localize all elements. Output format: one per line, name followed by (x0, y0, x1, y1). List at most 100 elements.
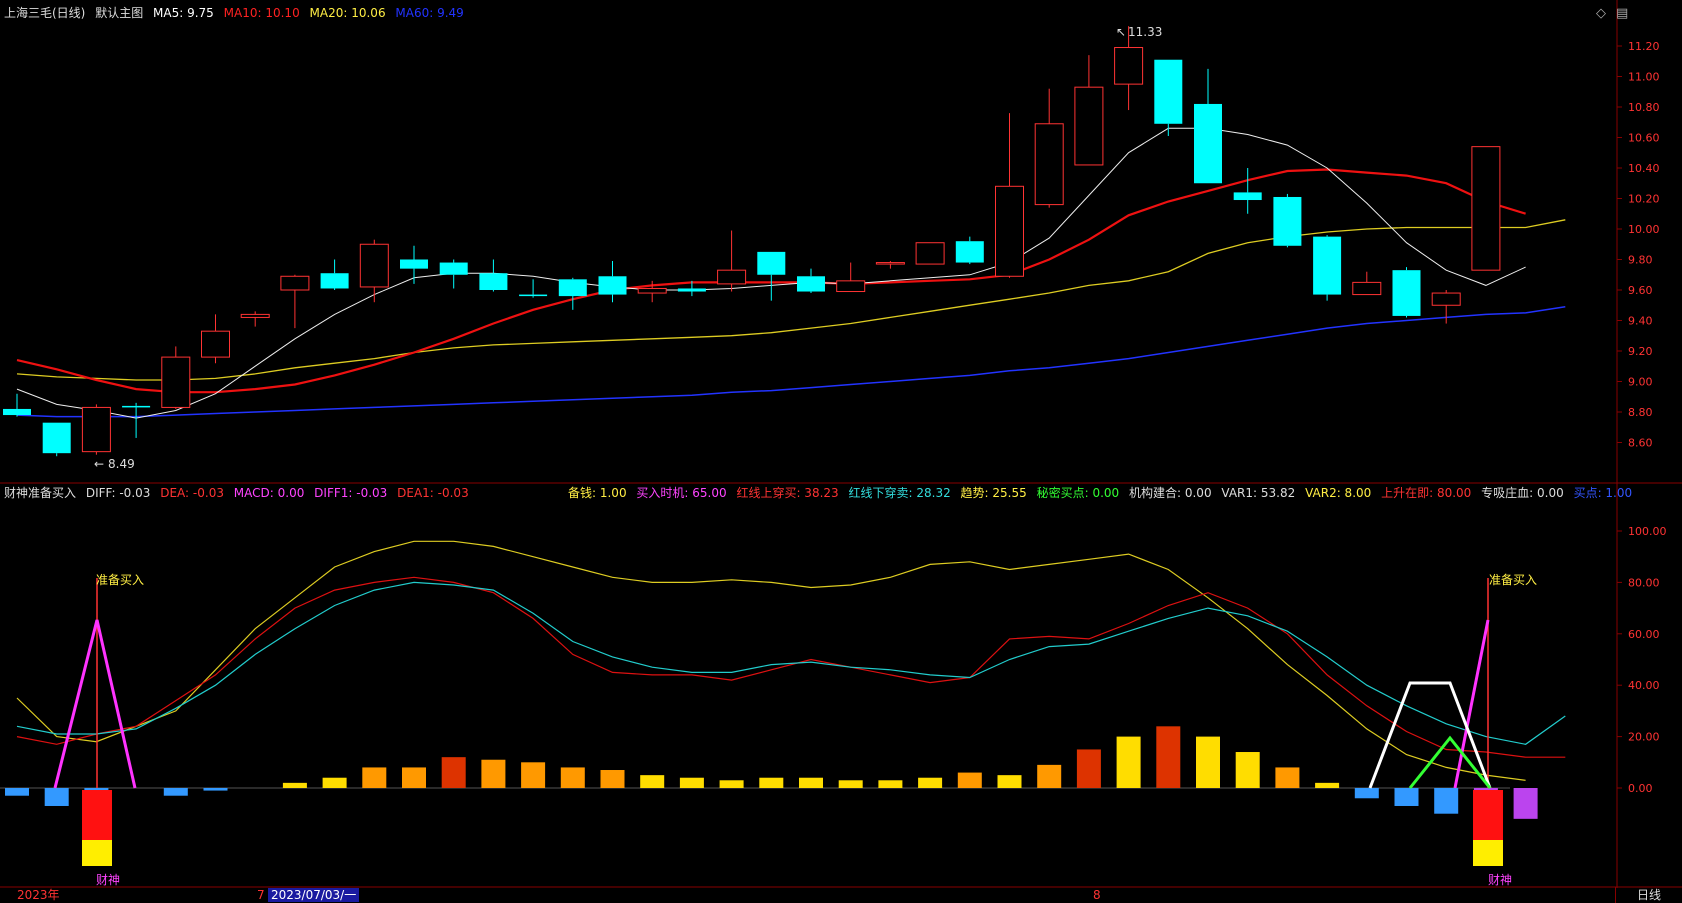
signal-buy-label-left: 准备买入 (96, 573, 144, 587)
trend-label: 趋势: 25.55 (960, 486, 1027, 500)
candle-body (359, 243, 389, 288)
candle-body (995, 185, 1024, 277)
sub-bar (759, 777, 784, 788)
candle-body (240, 313, 270, 318)
period-label[interactable]: 日线 (1615, 887, 1682, 903)
beiqian-label: 备钱: 1.00 (568, 486, 627, 500)
sub-cyan-line (16, 581, 1566, 745)
signal-left-magenta (53, 619, 137, 789)
diff1-label: DIFF1: -0.03 (314, 486, 388, 500)
candle-body (201, 330, 230, 358)
sub-bar (362, 767, 387, 788)
sub-bar (163, 788, 188, 796)
sub-bar (1315, 782, 1340, 788)
price-tick-label: 10.60 (1628, 132, 1660, 145)
price-tick-label: 8.60 (1628, 437, 1653, 450)
price-tick-label: 11.00 (1628, 71, 1660, 84)
sub-bar (560, 767, 585, 788)
sub-bar (1116, 736, 1141, 788)
macd-label: MACD: 0.00 (233, 486, 305, 500)
main-header: 上海三毛(日线) 默认主图 MA5: 9.75 MA10: 10.10 MA20… (4, 4, 470, 22)
sub-bars (5, 726, 1538, 819)
month-8-label: 8 (1093, 888, 1101, 902)
candle-body (955, 241, 984, 263)
candle-body (161, 356, 191, 408)
sub-bar (799, 777, 823, 788)
candle-body (598, 276, 627, 295)
sub-signals: 准备买入 准备买入 财神 财神 (53, 573, 1537, 887)
sub-bar (44, 788, 69, 806)
ma60-line (16, 306, 1566, 418)
candle-body (519, 294, 548, 297)
dea-label: DEA: -0.03 (160, 486, 224, 500)
sub-tick-label: 40.00 (1628, 679, 1660, 692)
price-tick-label: 10.00 (1628, 223, 1660, 236)
sub-bar (5, 788, 29, 796)
var1-label: VAR1: 53.82 (1221, 486, 1296, 500)
time-axis: 2023年 7 2023/07/03/一 8 (0, 888, 1682, 903)
sub-bar (838, 780, 863, 788)
sub-bar (1275, 767, 1300, 788)
price-tick-label: 10.20 (1628, 193, 1660, 206)
sub-bar (878, 780, 903, 788)
candle-body (1273, 196, 1302, 246)
stock-title[interactable]: 上海三毛(日线) (4, 6, 85, 20)
var2-label: VAR2: 8.00 (1305, 486, 1372, 500)
diamond-icon[interactable]: ◇ (1596, 6, 1606, 21)
candle-body (320, 273, 349, 289)
candle-body (875, 262, 905, 265)
candle-body (1352, 281, 1382, 296)
signal-god-label-right: 财神 (1488, 873, 1512, 887)
sub-bar (719, 780, 744, 788)
sub-tick-label: 0.00 (1628, 782, 1653, 795)
sub-header-right: 备钱: 1.00 买入时机: 65.00 红线上穿买: 38.23 红线下穿卖:… (568, 484, 1638, 502)
sub-bar (640, 775, 665, 788)
menu-icon[interactable]: ▤ (1616, 6, 1628, 21)
signal-god-label-left: 财神 (96, 873, 120, 887)
sub-bar (1076, 749, 1101, 788)
candle-body (1233, 192, 1262, 201)
candle-body (1392, 270, 1421, 316)
red-up-label: 红线上穿买: 38.23 (736, 486, 839, 500)
candle-body (677, 288, 706, 292)
sub-bar (918, 777, 943, 788)
sub-bar (481, 759, 506, 788)
sub-bar (203, 788, 228, 791)
sub-bar (1354, 788, 1379, 799)
ma60-label: MA60: 9.49 (395, 6, 464, 20)
sub-bar (1394, 788, 1419, 806)
ma10-label: MA10: 10.10 (223, 6, 300, 20)
sub-axis: 100.00 80.00 60.00 40.00 20.00 0.00 (1617, 525, 1667, 795)
candle-body (400, 259, 428, 269)
candle-body (439, 262, 468, 275)
chart-canvas[interactable]: 11.20 11.00 10.80 10.60 10.40 10.20 10.00 9.80 9… (0, 0, 1682, 903)
sub-tick-label: 20.00 (1628, 731, 1660, 744)
candle-body (637, 287, 667, 294)
candle-body (757, 251, 786, 275)
sub-bar (441, 757, 466, 788)
candle-body (915, 242, 945, 265)
ma20-label: MA20: 10.06 (309, 6, 386, 20)
candle-body (836, 280, 866, 293)
price-axis: 11.20 11.00 10.80 10.60 10.40 10.20 10.00 9.80 9… (1617, 40, 1660, 450)
sub-header: 财神准备买入 DIFF: -0.03 DEA: -0.03 MACD: 0.00… (4, 484, 475, 502)
main-chart-label[interactable]: 默认主图 (95, 6, 143, 20)
low-marker-arrow: ← (94, 457, 104, 471)
buy-point-label: 买点: 1.00 (1573, 486, 1633, 500)
candle-body (3, 408, 31, 416)
sub-bar (1037, 764, 1062, 788)
sub-bar (679, 777, 704, 788)
price-tick-label: 10.40 (1628, 162, 1660, 175)
candle-body (1154, 59, 1183, 124)
date-cursor[interactable]: 2023/07/03/一 (268, 888, 360, 902)
sub-tick-label: 80.00 (1628, 576, 1660, 589)
secret-buy-label: 秘密买点: 0.00 (1036, 486, 1120, 500)
price-tick-label: 11.20 (1628, 40, 1660, 53)
high-marker-arrow: ↖ (1116, 25, 1126, 39)
sub-bar (322, 777, 347, 788)
sub-title[interactable]: 财神准备买入 (4, 486, 76, 500)
candle-body (797, 276, 825, 292)
absorb-label: 专吸庄血: 0.00 (1481, 486, 1564, 500)
rise-soon-label: 上升在即: 80.00 (1381, 486, 1472, 500)
candle-body (81, 406, 111, 453)
